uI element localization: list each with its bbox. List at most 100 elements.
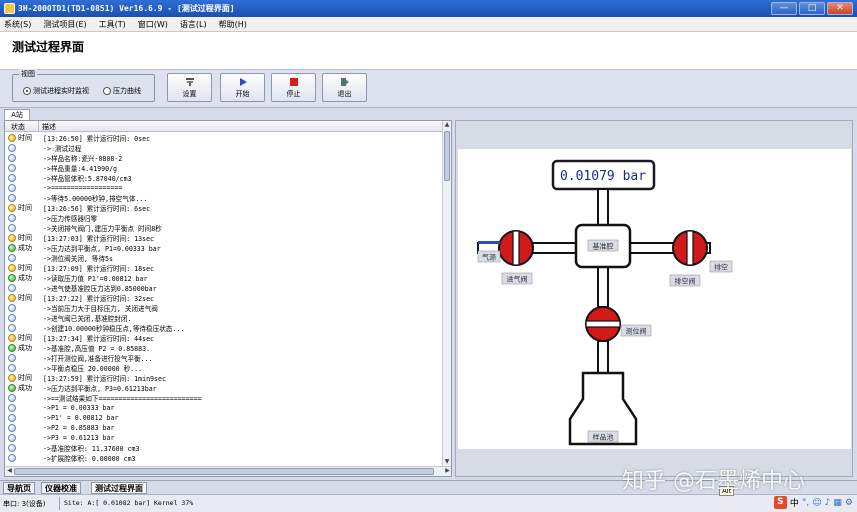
log-row-description: ->☆测试过程	[43, 145, 82, 153]
exit-button[interactable]: 退出	[322, 73, 367, 102]
hscroll-thumb[interactable]	[14, 468, 434, 475]
log-row-description: ->读取压力值 P1'=0.00812 bar	[43, 275, 148, 283]
tab-station-a[interactable]: A站	[4, 109, 30, 120]
menu-window[interactable]: 窗口(W)	[138, 19, 168, 30]
info-status-icon	[8, 284, 16, 292]
log-row[interactable]: ->当前压力大于目标压力, 关闭进气阀	[5, 303, 443, 313]
clock-status-icon	[8, 334, 16, 342]
vent-valve[interactable]	[672, 230, 708, 266]
settings-button[interactable]: 设置	[167, 73, 212, 102]
log-row[interactable]: ->关闭排气阀门,建压力平衡点 时间8秒	[5, 223, 443, 233]
log-row[interactable]: 成功 ->压力达到平衡点, P1=0.00333 bar	[5, 243, 443, 253]
maximize-button[interactable]: □	[799, 2, 825, 15]
log-row[interactable]: 成功 ->压力达到平衡点, P3=0.61213bar	[5, 383, 443, 393]
log-row-description: ->进气使基准腔压力达到0.85000bar	[43, 285, 157, 293]
stop-icon	[289, 78, 298, 86]
log-row[interactable]: ->P1 = 0.00333 bar	[5, 403, 443, 413]
info-status-icon	[8, 364, 16, 372]
col-desc-header[interactable]: 描述	[42, 122, 56, 132]
scroll-left-icon[interactable]: ◀	[5, 467, 14, 476]
nav-calibration[interactable]: 仪器校准	[41, 482, 81, 494]
log-row-status	[5, 364, 41, 372]
log-row[interactable]: ->样品管体积:5.87040/cm3	[5, 173, 443, 183]
menu-test-items[interactable]: 测试项目(E)	[43, 19, 86, 30]
log-row[interactable]: ->平衡点稳压 20.00000 秒...	[5, 363, 443, 373]
start-button[interactable]: 开始	[220, 73, 265, 102]
log-row[interactable]: ->创建10.00000秒钟稳压点,等待稳压状态...	[5, 323, 443, 333]
log-row[interactable]: ->样品重量:4.41990/g	[5, 163, 443, 173]
log-row-status	[5, 144, 41, 152]
log-row[interactable]: ->基准腔体积: 11.37600 cm3	[5, 443, 443, 453]
log-row[interactable]: 时间 [13:26:50] 累计运行时间: 0sec	[5, 133, 443, 143]
log-row[interactable]: ->打开测位阀,准备进行投气平衡...	[5, 353, 443, 363]
menu-system[interactable]: 系统(S)	[4, 19, 31, 30]
log-row-description: ->P1 = 0.00333 bar	[43, 404, 115, 412]
scroll-thumb[interactable]	[444, 131, 450, 181]
stop-button[interactable]: 停止	[271, 73, 316, 102]
log-row[interactable]: 成功 ->基准腔,高压值 P2 = 0.85883.	[5, 343, 443, 353]
log-row-description: ->打开测位阀,准备进行投气平衡...	[43, 355, 153, 363]
menu-help[interactable]: 帮助(H)	[219, 19, 247, 30]
log-row[interactable]: ->进气阀已关闭,基准腔封闭.	[5, 313, 443, 323]
ime-keyboard-icon[interactable]: ▦	[833, 498, 842, 508]
log-row-description: ->P2 = 0.85883 bar	[43, 424, 115, 432]
log-row[interactable]: ->P2 = 0.85883 bar	[5, 423, 443, 433]
col-status-header[interactable]: 状态	[11, 122, 25, 132]
close-button[interactable]: ✕	[827, 2, 853, 15]
log-row-description: ->平衡点稳压 20.00000 秒...	[43, 365, 143, 373]
menu-tools[interactable]: 工具(T)	[99, 19, 126, 30]
log-row-description: ->==测试结果如下==========================	[43, 395, 202, 403]
log-row[interactable]: 时间 [13:27:09] 累计运行时间: 18sec	[5, 263, 443, 273]
pipe-left	[527, 242, 579, 254]
log-row[interactable]: ->等待5.00000秒钟,排空气体...	[5, 193, 443, 203]
log-row[interactable]: ->测位阀关闭, 等待5s	[5, 253, 443, 263]
info-status-icon	[8, 314, 16, 322]
menu-language[interactable]: 语言(L)	[180, 19, 207, 30]
ime-chinese-icon[interactable]: 中	[790, 496, 799, 509]
log-row[interactable]: ->==================	[5, 183, 443, 193]
ime-voice-icon[interactable]: ♪	[825, 498, 831, 508]
nav-home[interactable]: 导航页	[3, 482, 35, 494]
ime-punct-icon[interactable]: °,	[802, 498, 809, 508]
log-horizontal-scrollbar[interactable]: ◀ ▶	[5, 466, 451, 476]
log-row-status	[5, 174, 41, 182]
inlet-valve[interactable]	[498, 230, 534, 266]
log-row[interactable]: ->扩展腔体积: 0.00000 cm3	[5, 453, 443, 463]
sogou-icon[interactable]: S	[773, 496, 787, 509]
log-row[interactable]: 时间 [13:26:56] 累计运行时间: 6sec	[5, 203, 443, 213]
log-row[interactable]: ->☆测试过程	[5, 143, 443, 153]
log-row[interactable]: 时间 [13:27:03] 累计运行时间: 13sec	[5, 233, 443, 243]
log-row[interactable]: ->P3 = 0.61213 bar	[5, 433, 443, 443]
view-realtime-radio[interactable]: 测试进程实时监视	[23, 86, 89, 96]
log-row[interactable]: ->P1' = 0.00812 bar	[5, 413, 443, 423]
info-status-icon	[8, 444, 16, 452]
log-row-description: ->样品管体积:5.87040/cm3	[43, 175, 132, 183]
test-valve[interactable]	[585, 306, 621, 342]
log-row[interactable]: ->==测试结果如下==========================	[5, 393, 443, 403]
log-row[interactable]: ->进气使基准腔压力达到0.85000bar	[5, 283, 443, 293]
ime-settings-icon[interactable]: ⚙	[845, 498, 853, 508]
log-row[interactable]: 时间 [13:27:22] 累计运行时间: 32sec	[5, 293, 443, 303]
log-row-status	[5, 154, 41, 162]
log-row[interactable]: 成功 ->读取压力值 P1'=0.00812 bar	[5, 273, 443, 283]
log-row-description: [13:26:56] 累计运行时间: 6sec	[43, 205, 151, 213]
scroll-right-icon[interactable]: ▶	[443, 467, 451, 476]
info-status-icon	[8, 254, 16, 262]
log-vertical-scrollbar[interactable]: ▲ ▼	[442, 121, 451, 467]
exit-icon	[340, 78, 349, 86]
view-pressure-curve-radio[interactable]: 压力曲线	[103, 86, 141, 96]
nav-test-process[interactable]: 测试过程界面	[91, 482, 147, 494]
log-row[interactable]: ->压力传感器归零	[5, 213, 443, 223]
log-row[interactable]: 时间 [13:27:34] 累计运行时间: 44sec	[5, 333, 443, 343]
log-row[interactable]: 时间 [13:27:59] 累计运行时间: 1min9sec	[5, 373, 443, 383]
schematic-svg: 0.01079 bar 基准腔 样品池 气源 进气阀 排空 排空阀 测位阀	[477, 159, 733, 446]
minimize-button[interactable]: —	[771, 2, 797, 15]
log-row[interactable]: ->样品名称:瓷兴-0808-2	[5, 153, 443, 163]
scroll-up-icon[interactable]: ▲	[443, 121, 451, 130]
log-row-status	[5, 214, 41, 222]
sample-tube-label: 样品池	[593, 433, 614, 442]
log-row-status: 时间	[5, 133, 41, 143]
ime-emoji-icon[interactable]: ☺	[812, 498, 821, 508]
status-port: 串口: 3(设备)	[3, 500, 46, 508]
log-row-status-text: 时间	[18, 374, 32, 382]
